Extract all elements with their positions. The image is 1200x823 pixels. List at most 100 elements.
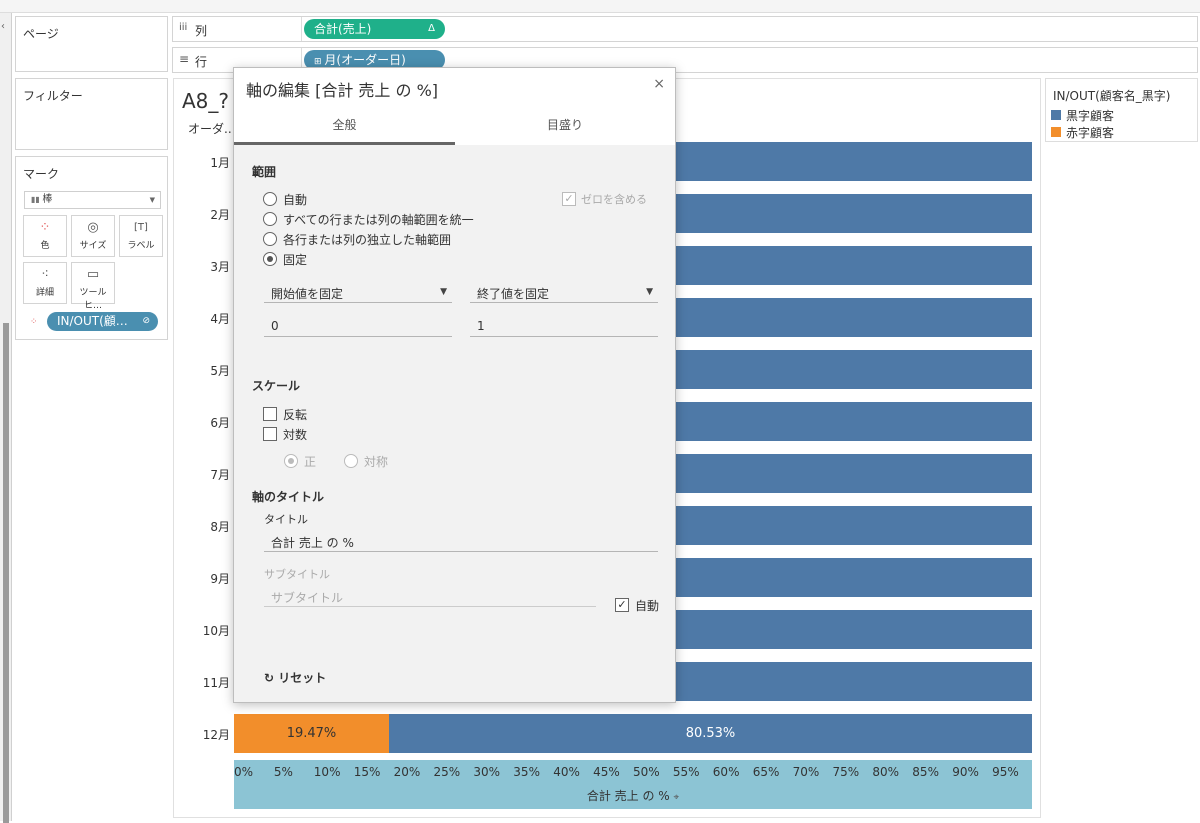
plus-icon: ⊞ (314, 57, 325, 67)
marks-pill-in-out[interactable]: IN/OUT(顧… ⊘ (47, 312, 158, 331)
start-fixed-select[interactable]: 開始値を固定 ▼ (264, 281, 452, 303)
marks-title: マーク (23, 167, 60, 181)
start-value-input[interactable]: 0 (264, 313, 452, 337)
x-axis-tick-label: 60% (712, 765, 740, 779)
axis-title-input[interactable]: 合計 売上 の % (264, 528, 658, 552)
range-auto-label: 自動 (283, 193, 308, 207)
filters-pane: フィルター (15, 78, 168, 150)
tooltip-button-label: ツールヒ… (79, 288, 107, 311)
x-axis-tick-label: 10% (313, 765, 341, 779)
x-axis-tick-label: 0% (234, 765, 254, 779)
label-button[interactable]: [T] ラベル (119, 215, 163, 257)
log-checkbox[interactable] (263, 427, 277, 441)
mark-type-select[interactable]: ▮▮ 棒 ▼ (24, 191, 161, 209)
include-zero-checkbox[interactable]: ✓ (562, 192, 576, 206)
color-legend: IN/OUT(顧客名_黒字) 黒字顧客 赤字顧客 (1045, 78, 1198, 142)
x-axis-tick-label: 55% (672, 765, 700, 779)
reset-label: リセット (278, 671, 327, 685)
chevron-down-icon: ▼ (149, 196, 155, 204)
edit-axis-dialog: 軸の編集 [合計 売上 の %] × 全般 目盛り 範囲 自動 すべての行または… (233, 67, 676, 703)
range-auto-radio[interactable] (263, 192, 277, 206)
x-axis-tick-label: 5% (273, 765, 293, 779)
axis-subtitle-input[interactable]: サブタイトル (264, 583, 596, 607)
positive-label: 正 (304, 455, 317, 469)
range-fixed-radio[interactable] (263, 252, 277, 266)
tab-tick-marks[interactable]: 目盛り (455, 108, 675, 142)
row-label: 8月 (210, 520, 230, 534)
x-axis-tick-label: 45% (593, 765, 620, 779)
range-heading: 範囲 (252, 165, 277, 179)
tab-general[interactable]: 全般 (234, 108, 455, 142)
collapse-chevron-icon[interactable]: ‹ (1, 21, 5, 32)
legend-item-red[interactable]: 赤字顧客 (1066, 124, 1114, 141)
reset-button[interactable]: ↻ リセット (264, 669, 326, 686)
log-label: 対数 (283, 428, 308, 442)
toolbar (0, 0, 1200, 13)
row-label: 7月 (210, 468, 230, 482)
bar-segment-red[interactable]: 19.47% (234, 714, 389, 753)
size-icon: ◎ (87, 220, 99, 235)
subtitle-auto-checkbox[interactable]: ✓ (615, 598, 629, 612)
row-label: 3月 (210, 260, 230, 274)
legend-item-black[interactable]: 黒字顧客 (1066, 107, 1114, 124)
range-independent-label: 各行または列の独立した軸範囲 (283, 233, 452, 247)
filters-title: フィルター (23, 89, 83, 103)
subtitle-auto-label: 自動 (635, 599, 660, 613)
x-axis-tick-label: 65% (752, 765, 780, 779)
x-axis-tick-label: 15% (353, 765, 381, 779)
label-button-label: ラベル (127, 241, 155, 251)
columns-pill-label: 合計(売上) (314, 22, 372, 36)
x-axis-title[interactable]: 合計 売上 の % ⌖ (234, 787, 1032, 804)
x-axis-tick-label: 30% (473, 765, 501, 779)
mark-type-value: 棒 (42, 194, 53, 205)
legend-swatch-red (1051, 127, 1061, 137)
pin-icon: ⌖ (673, 792, 680, 803)
reverse-label: 反転 (283, 408, 308, 422)
reverse-checkbox[interactable] (263, 407, 277, 421)
dialog-body: 範囲 自動 すべての行または列の軸範囲を統一 各行または列の独立した軸範囲 固定… (234, 145, 675, 702)
axis-title-heading: 軸のタイトル (252, 490, 325, 504)
start-select-value: 開始値を固定 (271, 287, 344, 301)
close-icon[interactable]: × (653, 76, 665, 92)
reset-icon: ↻ (264, 671, 279, 685)
rows-label: 行 (195, 55, 208, 69)
row-label: 6月 (210, 416, 230, 430)
x-axis-tick-label: 95% (992, 765, 1019, 779)
bar-segment-black[interactable]: 80.53% (389, 714, 1032, 753)
color-button[interactable]: ⁘ 色 (23, 215, 67, 257)
end-fixed-select[interactable]: 終了値を固定 ▼ (470, 281, 658, 303)
x-axis-tick-label: 75% (832, 765, 860, 779)
detail-button[interactable]: ⁖ 詳細 (23, 262, 67, 304)
range-uniform-radio[interactable] (263, 212, 277, 226)
subtitle-field-label: サブタイトル (264, 568, 330, 581)
include-zero-label: ゼロを含める (581, 193, 647, 206)
positive-radio[interactable] (284, 454, 298, 468)
delta-icon: Δ (428, 23, 435, 34)
x-axis-tick-label: 35% (513, 765, 540, 779)
column-header: オーダ.. (188, 122, 232, 136)
marks-pane: マーク ▮▮ 棒 ▼ ⁘ 色 ◎ サイズ [T] ラベル ⁖ 詳細 ▭ ツールヒ… (15, 156, 168, 340)
pages-pane: ページ (15, 16, 168, 72)
row-label: 11月 (202, 676, 230, 690)
tooltip-button[interactable]: ▭ ツールヒ… (71, 262, 115, 311)
symmetric-radio[interactable] (344, 454, 358, 468)
title-field-label: タイトル (264, 513, 308, 526)
dialog-title: 軸の編集 [合計 売上 の %] (246, 81, 439, 100)
end-value-input[interactable]: 1 (470, 313, 658, 337)
legend-swatch-black (1051, 110, 1061, 120)
text-label-icon: [T] (134, 222, 148, 233)
row-label: 1月 (210, 156, 230, 170)
scrollbar-thumb[interactable] (3, 323, 9, 823)
color-dots-icon: ⁘ (39, 220, 51, 235)
columns-shelf[interactable]: iii 列 合計(売上) Δ (172, 16, 1198, 42)
size-button[interactable]: ◎ サイズ (71, 215, 115, 257)
range-independent-radio[interactable] (263, 232, 277, 246)
left-collapse-strip: ‹ (0, 13, 12, 823)
row-label: 4月 (210, 312, 230, 326)
start-value-text: 0 (271, 319, 279, 333)
chevron-down-icon: ▼ (646, 287, 653, 297)
x-axis-tick-label: 70% (792, 765, 820, 779)
range-fixed-label: 固定 (283, 253, 308, 267)
legend-title: IN/OUT(顧客名_黒字) (1053, 89, 1171, 103)
columns-pill-sum-sales[interactable]: 合計(売上) Δ (304, 19, 445, 39)
